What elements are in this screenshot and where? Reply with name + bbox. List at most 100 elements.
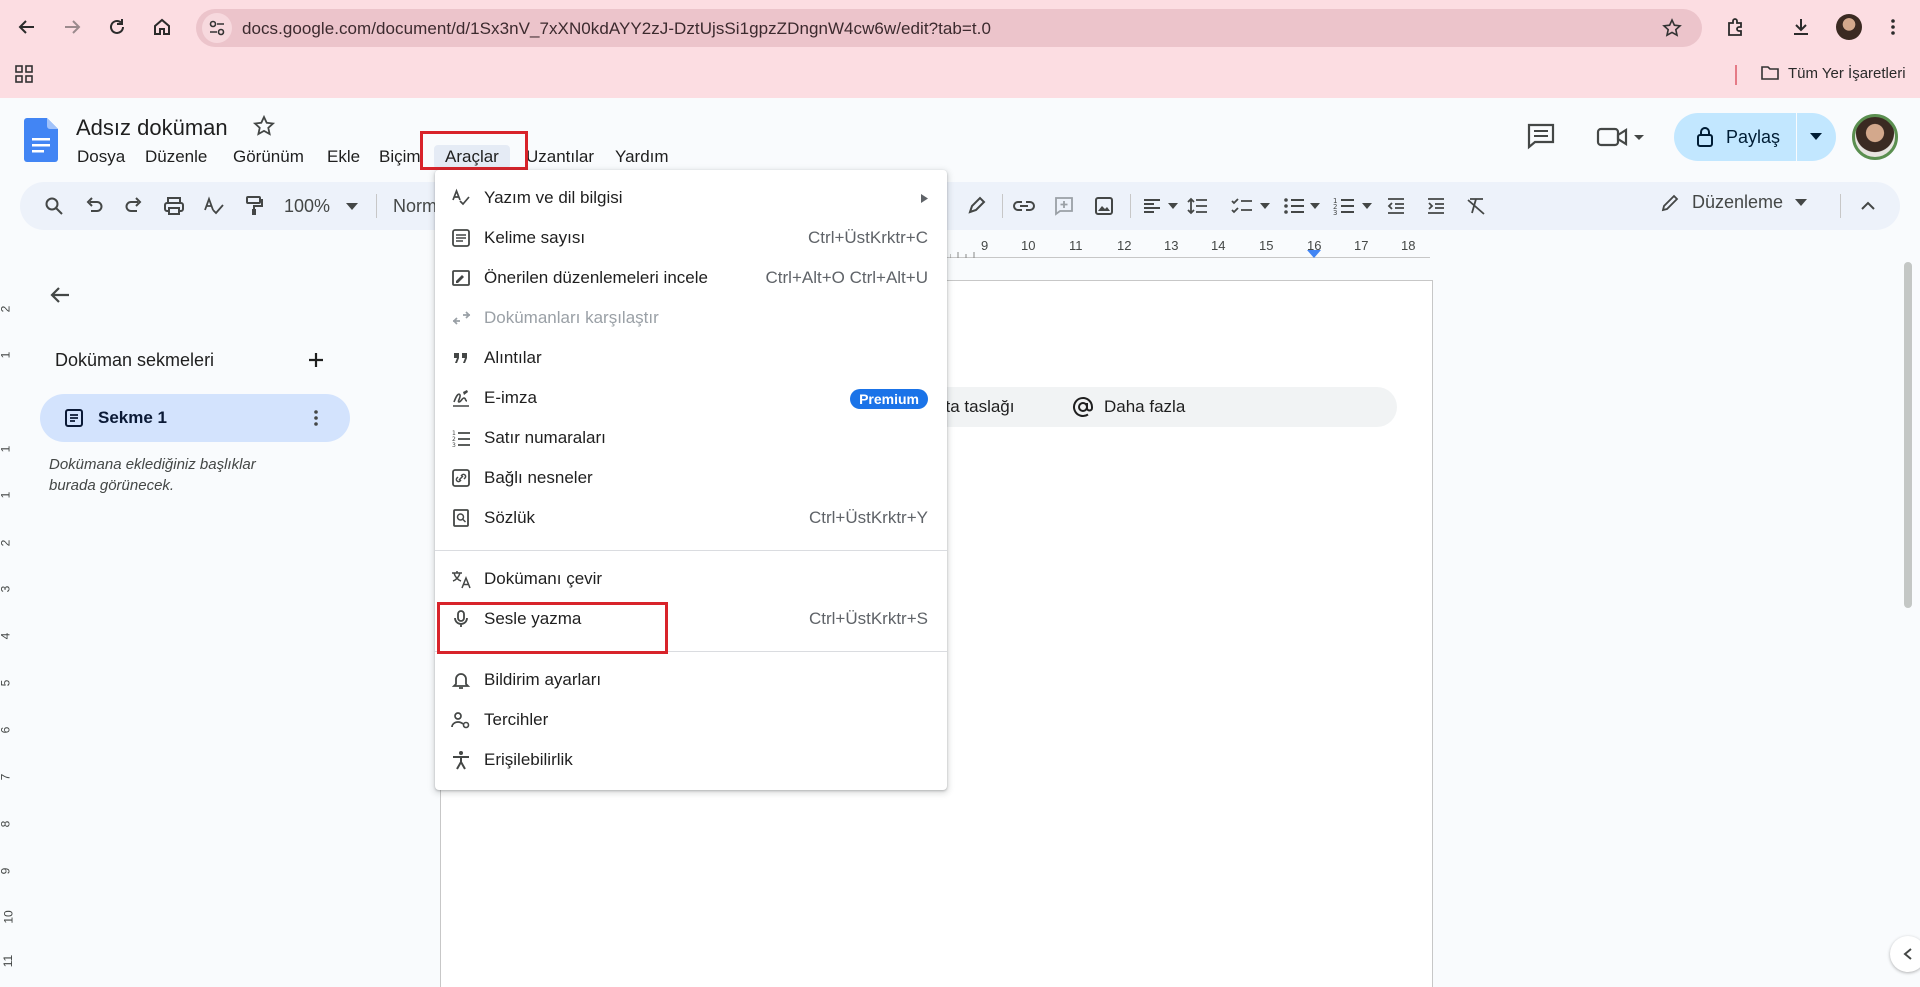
editing-mode-select[interactable]: Düzenleme	[1660, 192, 1808, 213]
menu-item-preferences[interactable]: Tercihler	[435, 700, 947, 740]
zoom-select[interactable]: 100%	[284, 196, 330, 217]
menu-item-line-numbers[interactable]: 123 Satır numaraları	[435, 418, 947, 458]
menu-item-accessibility[interactable]: Erişilebilirlik	[435, 740, 947, 780]
tab-item-sekme-1[interactable]: Sekme 1	[40, 394, 350, 442]
ruler-number: 13	[1164, 238, 1179, 253]
site-info-icon[interactable]	[202, 13, 232, 43]
menu-item-notification-settings[interactable]: Bildirim ayarları	[435, 660, 947, 700]
folder-icon	[1761, 66, 1779, 80]
bell-icon	[451, 673, 471, 689]
ruler-number: 17	[1354, 238, 1369, 253]
checklist-icon[interactable]	[1230, 194, 1254, 218]
menu-item-shortcut: Ctrl+ÜstKrktr+C	[808, 228, 928, 247]
ruler-number: 1	[0, 492, 12, 499]
home-icon[interactable]	[145, 10, 179, 44]
ruler-number: 4	[0, 633, 12, 640]
menu-item-esignature[interactable]: E-imza Premium	[435, 378, 947, 418]
menu-edit[interactable]: Düzenle	[134, 145, 218, 169]
spellcheck-icon	[452, 188, 470, 206]
increase-indent-icon[interactable]	[1424, 194, 1448, 218]
apps-grid-icon[interactable]	[14, 64, 34, 84]
bulleted-list-icon[interactable]	[1282, 194, 1306, 218]
ruler-number: 10	[1, 910, 16, 924]
ruler-number: 9	[0, 868, 12, 875]
editing-mode-label: Düzenleme	[1692, 192, 1784, 212]
decrease-indent-icon[interactable]	[1384, 194, 1408, 218]
share-button[interactable]: Paylaş	[1674, 113, 1836, 161]
menu-item-linked-objects[interactable]: Bağlı nesneler	[435, 458, 947, 498]
document-title[interactable]: Adsız doküman	[76, 115, 228, 141]
spellcheck-toolbar-icon[interactable]	[202, 194, 226, 218]
extensions-icon[interactable]	[1719, 10, 1753, 44]
tab-options-icon[interactable]	[306, 408, 326, 428]
align-icon[interactable]	[1140, 194, 1164, 218]
reload-icon[interactable]	[100, 10, 134, 44]
menu-item-label: Bildirim ayarları	[484, 670, 602, 689]
menu-file[interactable]: Dosya	[66, 145, 136, 169]
browser-menu-icon[interactable]	[1876, 10, 1910, 44]
add-tab-icon[interactable]	[304, 348, 328, 372]
ruler-number: 6	[0, 727, 12, 734]
line-spacing-icon[interactable]	[1186, 194, 1210, 218]
menu-item-label: Tercihler	[484, 710, 549, 729]
linked-objects-icon	[452, 469, 470, 487]
side-panel-toggle[interactable]	[1890, 936, 1920, 972]
menu-item-label: Erişilebilirlik	[484, 750, 573, 769]
menu-item-label: Dokümanları karşılaştır	[484, 308, 659, 327]
menu-item-translate[interactable]: Dokümanı çevir	[435, 559, 947, 599]
lock-icon	[1697, 127, 1713, 147]
link-icon[interactable]	[1012, 194, 1036, 218]
forward-icon[interactable]	[55, 10, 89, 44]
clear-formatting-icon[interactable]	[1464, 194, 1488, 218]
menu-item-spelling-grammar[interactable]: Yazım ve dil bilgisi	[435, 178, 947, 218]
account-avatar[interactable]	[1852, 114, 1898, 160]
menu-item-label: Sözlük	[484, 508, 536, 527]
download-icon[interactable]	[1784, 10, 1818, 44]
ruler-number: 11	[1069, 238, 1083, 253]
star-icon[interactable]	[252, 114, 276, 138]
menu-help[interactable]: Yardım	[604, 145, 680, 169]
right-indent-marker-icon[interactable]	[1307, 250, 1321, 258]
more-building-blocks-chip[interactable]: Daha fazla	[1056, 387, 1202, 427]
add-comment-icon[interactable]	[1052, 194, 1076, 218]
ruler-number: 8	[0, 821, 12, 828]
vertical-ruler[interactable]: 2 1 1 1 2 3 4 5 6 7 8 9 10 11	[0, 262, 18, 987]
dictionary-icon	[453, 509, 469, 527]
menu-item-word-count[interactable]: Kelime sayısı Ctrl+ÜstKrktr+C	[435, 218, 947, 258]
menu-item-label: Satır numaraları	[484, 428, 606, 447]
menu-item-dictionary[interactable]: Sözlük Ctrl+ÜstKrktr+Y	[435, 498, 947, 538]
collapse-toolbar-icon[interactable]	[1856, 194, 1880, 218]
menu-item-citations[interactable]: Alıntılar	[435, 338, 947, 378]
profile-avatar[interactable]	[1836, 14, 1862, 40]
share-dropdown-icon[interactable]	[1797, 133, 1835, 141]
menu-item-label: Kelime sayısı	[484, 228, 586, 247]
menu-item-label: E-imza	[484, 388, 537, 407]
ruler-number: 18	[1401, 238, 1416, 253]
vertical-scrollbar[interactable]	[1904, 262, 1912, 608]
search-icon[interactable]	[42, 194, 66, 218]
numbered-list-icon[interactable]: 123	[1332, 194, 1356, 218]
meet-icon[interactable]	[1596, 124, 1646, 150]
word-count-icon	[452, 229, 470, 247]
menu-extensions[interactable]: Uzantılar	[515, 145, 605, 169]
zoom-dropdown-icon[interactable]	[346, 203, 358, 211]
preferences-icon	[451, 712, 470, 729]
bookmark-star-icon[interactable]	[1662, 18, 1682, 38]
insert-image-icon[interactable]	[1092, 194, 1116, 218]
address-bar[interactable]: docs.google.com/document/d/1Sx3nV_7xXN0k…	[196, 9, 1702, 47]
menu-item-review-edits[interactable]: Önerilen düzenlemeleri incele Ctrl+Alt+O…	[435, 258, 947, 298]
print-icon[interactable]	[162, 194, 186, 218]
style-select[interactable]: Norm	[393, 196, 437, 217]
redo-icon[interactable]	[122, 194, 146, 218]
close-outline-icon[interactable]	[48, 283, 72, 307]
docs-logo-icon[interactable]	[24, 118, 58, 162]
tools-menu-highlight	[420, 131, 528, 170]
menu-view[interactable]: Görünüm	[222, 145, 315, 169]
back-icon[interactable]	[10, 10, 44, 44]
comments-icon[interactable]	[1526, 122, 1556, 150]
menu-insert[interactable]: Ekle	[316, 145, 371, 169]
all-bookmarks-button[interactable]: Tüm Yer İşaretleri	[1760, 64, 1906, 82]
paint-format-icon[interactable]	[242, 194, 266, 218]
highlight-pen-icon[interactable]	[964, 194, 988, 218]
undo-icon[interactable]	[82, 194, 106, 218]
